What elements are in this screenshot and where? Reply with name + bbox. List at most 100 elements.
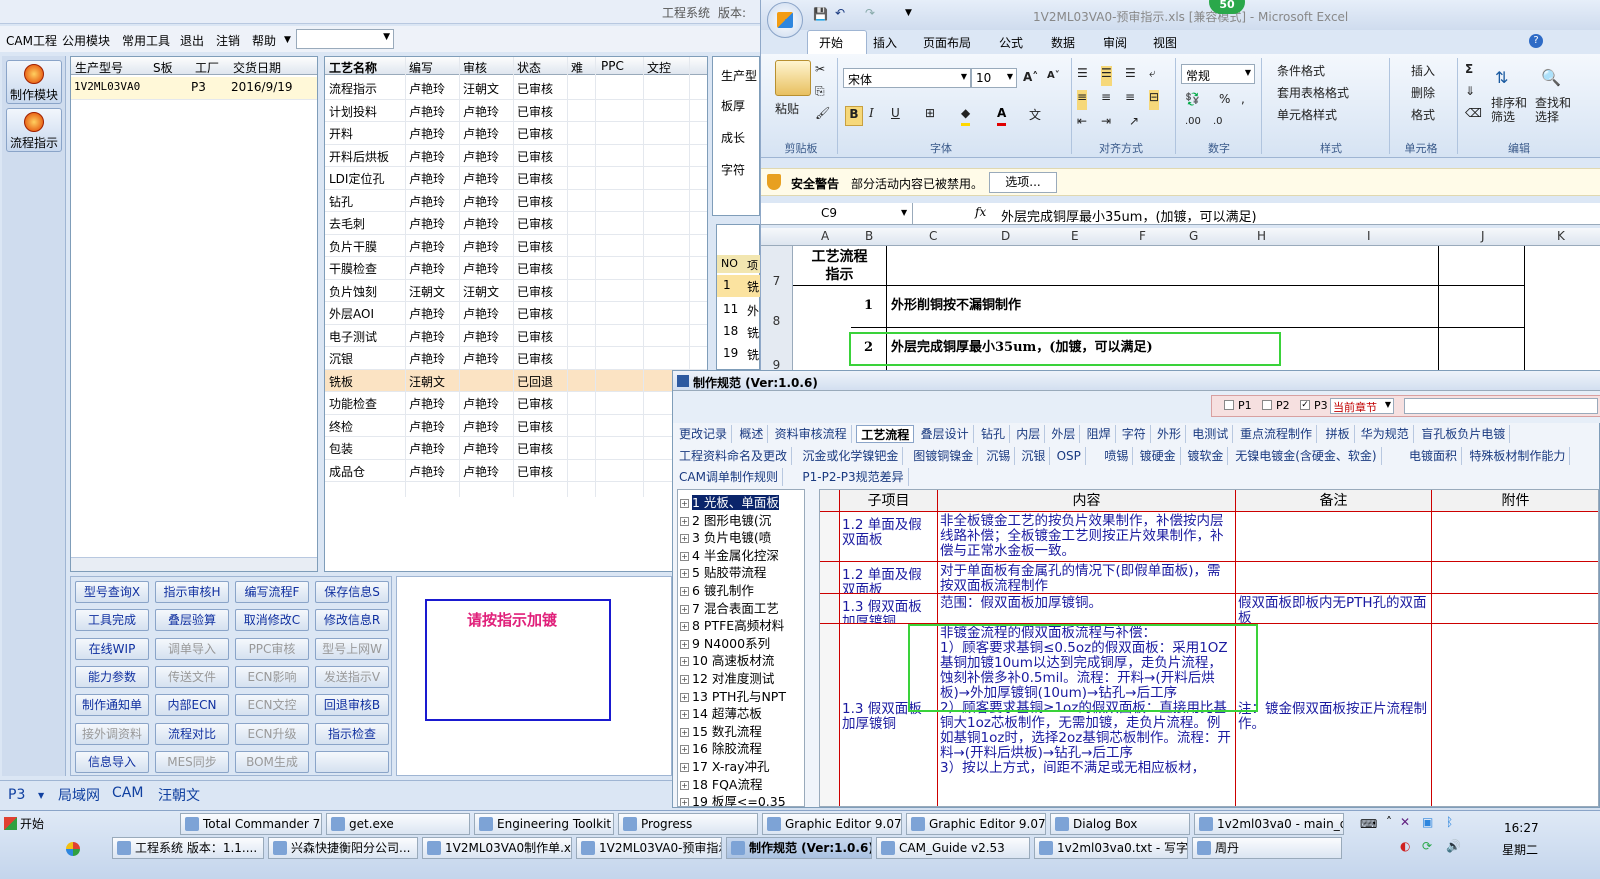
quick-access-chevron-icon[interactable]: ▼ [905,8,912,18]
percent-icon[interactable]: % [1219,92,1230,112]
action-button[interactable]: 编写流程F [235,581,309,603]
tree-node[interactable]: +12 对准度测试 [680,668,774,687]
security-options-button[interactable]: 选项... [989,172,1057,193]
spec-note[interactable]: 假双面板即板内无PTH孔的双面板 [1236,594,1432,624]
taskbar-button[interactable]: 1V2ML03VA0制作单.xls... [422,837,572,859]
cell-item1-text[interactable]: 外形削铜按不漏铜制作 [887,286,1439,328]
action-button[interactable]: 修改信息R [315,609,389,632]
spec-content[interactable]: 对于单面板有金属孔的情况下(即假单面板)，需按双面板流程制作 [938,562,1236,594]
spec-tab[interactable]: 字符 [1118,425,1151,443]
tree-node[interactable]: +17 X-ray冲孔 [680,756,770,775]
process-row[interactable]: 开料后烘板 卢艳玲 卢艳玲 已审核 [325,145,707,167]
action-button[interactable]: 能力参数 [75,665,149,688]
column-header[interactable]: D [1001,229,1010,243]
mini-row[interactable]: 11 外 [717,299,761,321]
taskbar-button[interactable]: 兴森快捷衡阳分公司... [268,837,418,859]
conditional-format-button[interactable]: 条件格式 [1277,62,1325,82]
process-row[interactable]: 钻孔 卢艳玲 卢艳玲 已审核 [325,190,707,212]
col-doc-control[interactable]: 文控 [647,59,671,76]
status-cam[interactable]: CAM [112,785,143,801]
status-user[interactable]: 汪朝文 [158,785,200,805]
expand-icon[interactable]: + [680,745,689,755]
spec-attachment[interactable] [1432,512,1598,562]
spec-subitem[interactable]: 1.3 假双面板加厚镀铜 [840,594,938,624]
action-button[interactable]: 保存信息S [315,581,389,603]
p3-checkbox[interactable]: ✓ [1300,400,1310,410]
spec-tab[interactable]: 华为规范 [1357,425,1414,443]
tab-data[interactable]: 数据 [1051,34,1075,51]
align-center-icon[interactable]: ≡ [1101,90,1111,110]
align-right-icon[interactable]: ≡ [1125,90,1135,110]
menu-exit[interactable]: 退出 [180,32,204,49]
expand-icon[interactable]: + [680,692,689,702]
spec-tab[interactable]: 喷锡 [1100,447,1134,465]
col-delivery-date[interactable]: 交货日期 [233,59,281,76]
action-button[interactable]: 传送文件 [155,665,229,688]
decrease-indent-icon[interactable]: ⇤ [1077,114,1087,134]
spec-header-attach[interactable]: 附件 [1432,490,1598,512]
chevron-down-icon[interactable]: ▼ [38,791,44,800]
spec-tab[interactable]: 沉银 [1017,447,1051,465]
redo-icon[interactable]: ↷ [865,6,875,20]
spec-tab[interactable]: 外形 [1153,425,1187,443]
tab-page-layout[interactable]: 页面布局 [923,34,971,51]
spec-tab[interactable]: 镀软金 [1183,447,1229,465]
help-icon[interactable]: ? [1529,34,1543,48]
column-header[interactable]: E [1071,229,1079,243]
col-process-name[interactable]: 工艺名称 [329,59,377,76]
menu-cam-project[interactable]: CAM工程 [6,32,57,49]
action-button[interactable]: 发送指示V [315,665,389,688]
autosum-icon[interactable]: Σ [1465,62,1473,82]
process-row[interactable]: 铣板 汪朝文 已回退 [325,369,707,392]
spec-tab[interactable]: P1-P2-P3规范差异 [798,468,909,486]
spec-tab[interactable]: 资料审核流程 [771,425,852,443]
tree-node[interactable]: +5 贴胶带流程 [680,562,766,581]
spec-tab[interactable]: 内层 [1012,425,1046,443]
process-row[interactable]: 终检 卢艳玲 卢艳玲 已审核 [325,415,707,437]
action-button[interactable]: 工具完成 [75,609,149,632]
action-button[interactable]: 在线WIP [75,637,149,660]
tree-node[interactable]: +4 半金属化控深 [680,545,779,564]
spec-tab[interactable]: 图镀铜镍金 [909,447,979,465]
column-header[interactable]: I [1367,229,1371,243]
spec-tab[interactable]: 叠层设计 [917,425,974,443]
action-button[interactable]: 型号上网W [315,637,389,660]
taskbar-button[interactable]: 周丹 [1192,837,1342,859]
action-button[interactable]: 流程对比 [155,722,229,745]
start-button[interactable]: 开始 [2,813,48,835]
save-icon[interactable]: 💾 [813,7,828,21]
process-row[interactable]: 负片蚀刻 汪朝文 汪朝文 已审核 [325,280,707,302]
currency-icon[interactable]: 💱 [1185,92,1200,112]
col-production-model[interactable]: 生产型号 [75,59,123,76]
cell-row9-j[interactable] [1439,328,1525,372]
action-button[interactable]: 内部ECN [155,694,229,717]
tree-node[interactable]: +19 板厚<=0.35 [680,791,786,806]
spec-attachment[interactable] [1432,594,1598,624]
status-p3[interactable]: P3 [8,787,25,803]
fill-icon[interactable]: ⇓ [1465,84,1475,104]
spec-note[interactable]: 注：镀金假双面板按正片流程制作。 [1236,624,1432,806]
action-button[interactable]: 回退审核B [315,694,389,717]
process-row[interactable]: 包装 卢艳玲 卢艳玲 已审核 [325,437,707,460]
spec-header-content[interactable]: 内容 [938,490,1236,512]
taskbar-button[interactable]: get.exe [326,813,470,835]
tree-node[interactable]: +6 镀孔制作 [680,580,754,599]
tray-keyboard-icon[interactable]: ⌨ [1360,817,1377,831]
taskbar-button[interactable]: 1v2ml03va0.txt - 写字板 [1034,837,1188,859]
spec-tab[interactable]: 沉金或化学镍钯金 [798,447,904,465]
tab-formulas[interactable]: 公式 [999,34,1023,51]
tab-home[interactable]: 开始 [819,34,843,51]
expand-icon[interactable]: + [680,622,689,632]
spec-tab[interactable]: 重点流程制作 [1236,425,1318,443]
format-painter-icon[interactable]: 🖌 [815,106,830,126]
expand-icon[interactable]: + [680,798,689,806]
spec-content[interactable]: 范围：假双面板加厚镀铜。 [938,594,1236,624]
comma-icon[interactable]: , [1241,92,1245,112]
taskbar-button[interactable]: CAM_Guide v2.53 [876,837,1030,859]
expand-icon[interactable]: + [680,587,689,596]
column-header[interactable]: G [1189,229,1198,243]
spec-tab[interactable]: 无镍电镀金(含硬金、软金) [1231,447,1382,465]
align-middle-icon[interactable]: ☰ [1101,66,1112,86]
spec-tab[interactable]: 沉锡 [982,447,1016,465]
tree-node[interactable]: +13 PTH孔与NPT [680,686,786,705]
